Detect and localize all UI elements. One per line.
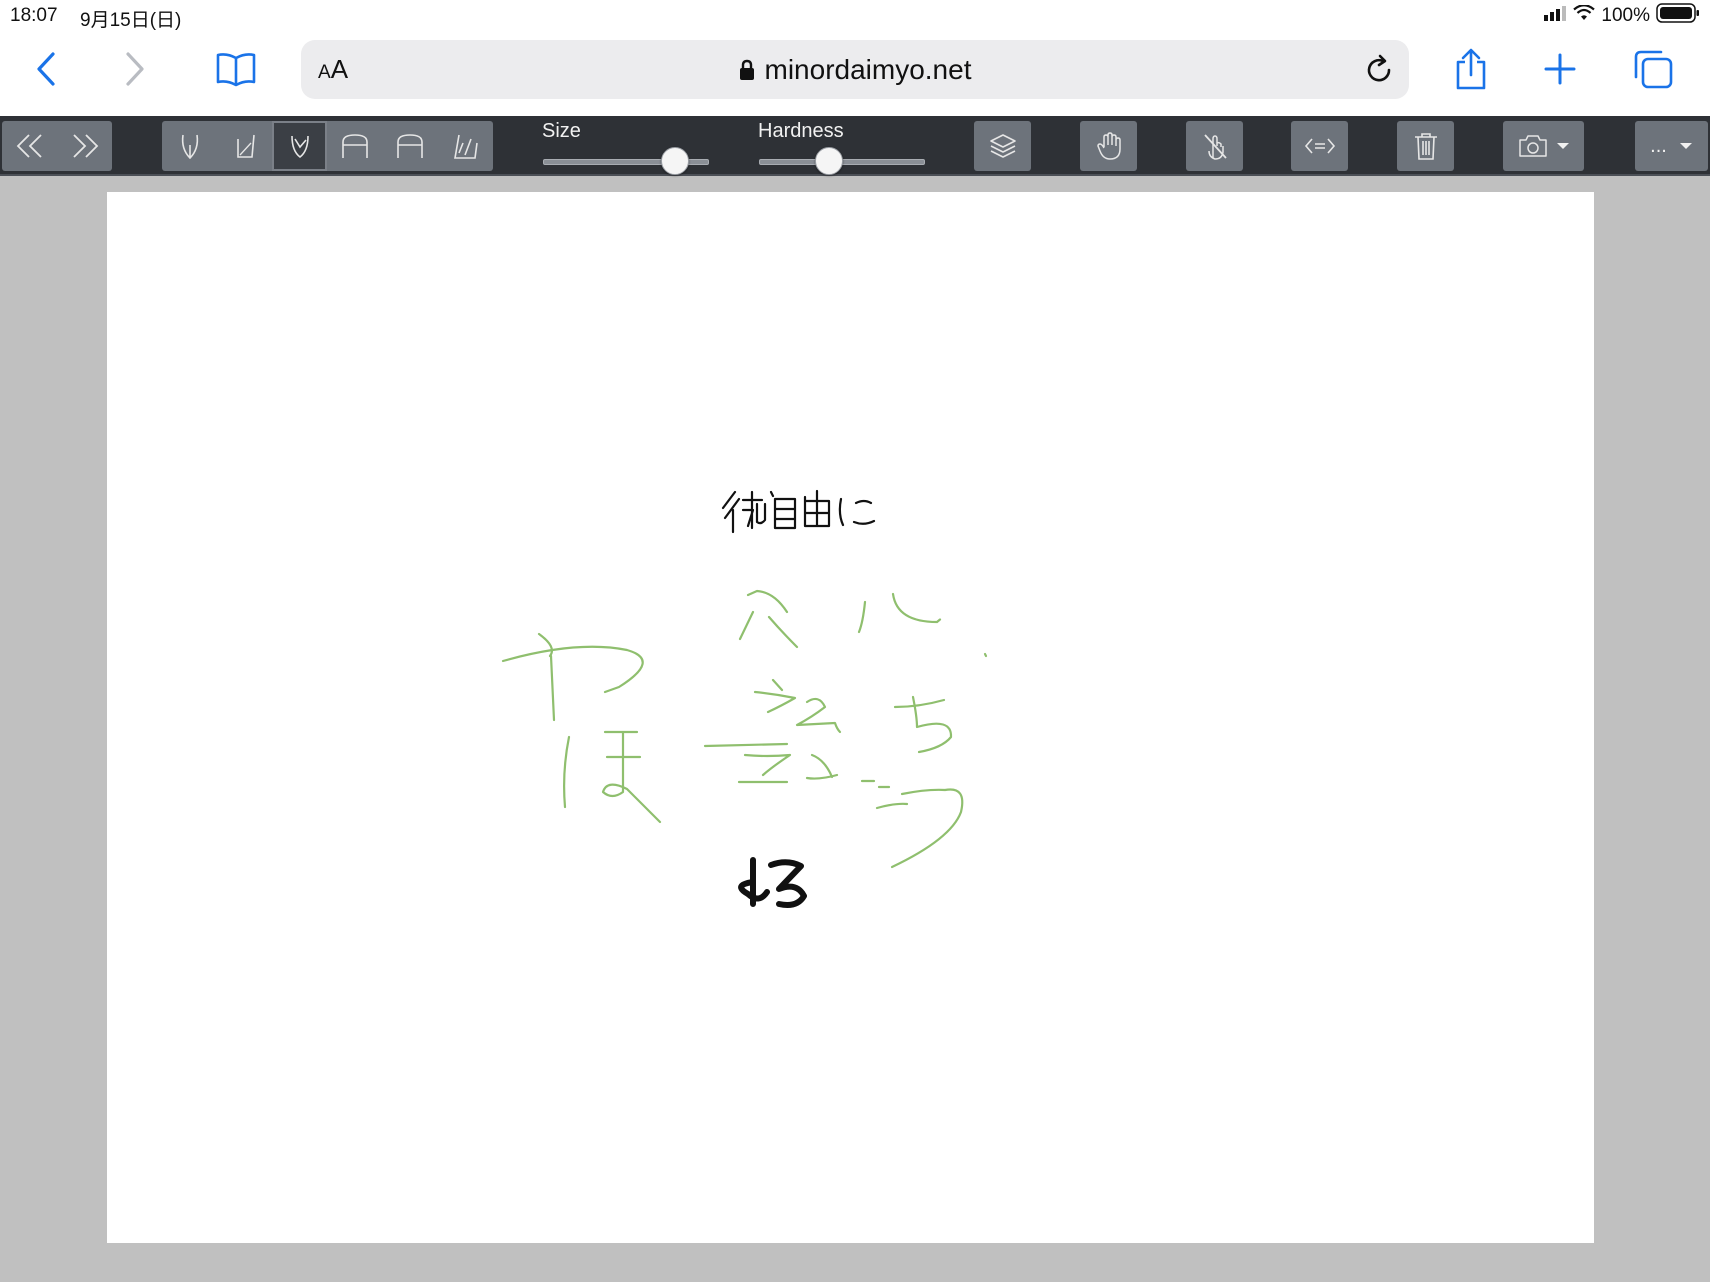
- url-host[interactable]: minordaimyo.net: [301, 54, 1409, 86]
- snapshot-button[interactable]: [1503, 121, 1584, 171]
- status-indicators: 100%: [1543, 2, 1700, 30]
- hardness-label: Hardness: [758, 120, 844, 142]
- green-handwriting: [501, 589, 988, 869]
- delete-button[interactable]: [1397, 121, 1454, 171]
- pen-icon: [181, 134, 198, 160]
- camera-icon: [1518, 135, 1547, 157]
- share-icon: [1456, 48, 1486, 90]
- status-time: 18:07: [10, 5, 58, 26]
- layers-button[interactable]: [974, 121, 1031, 171]
- share-button[interactable]: [1446, 44, 1496, 94]
- chevron-right-icon: [126, 52, 144, 86]
- bookmarks-button[interactable]: [211, 44, 261, 94]
- address-bar[interactable]: AA minordaimyo.net: [301, 40, 1409, 99]
- brush-tool-button[interactable]: [272, 121, 327, 171]
- black-handwriting-top: [721, 489, 876, 534]
- wide-brush-tool-button[interactable]: [327, 121, 382, 171]
- chevron-down-icon: [1556, 143, 1569, 149]
- wide-brush-icon: [341, 134, 368, 158]
- battery-icon: [1656, 2, 1700, 30]
- more-label: ...: [1650, 134, 1667, 157]
- battery-percent: 100%: [1601, 5, 1650, 26]
- black-handwriting-bottom: [738, 857, 807, 908]
- flat-brush-tool-button[interactable]: [382, 121, 437, 171]
- undo-button[interactable]: [2, 121, 57, 171]
- brush-icon: [290, 135, 309, 159]
- hand-tool-button[interactable]: [1080, 121, 1137, 171]
- more-menu-button[interactable]: ...: [1635, 121, 1708, 171]
- marker-icon: [236, 134, 255, 158]
- new-tab-button[interactable]: [1535, 44, 1585, 94]
- size-label: Size: [542, 120, 581, 142]
- back-button[interactable]: [21, 44, 71, 94]
- signal-icon: [1543, 5, 1567, 27]
- no-touch-button[interactable]: [1186, 121, 1243, 171]
- brush-tools-group: [162, 121, 493, 171]
- trash-icon: [1414, 133, 1437, 160]
- wifi-icon: [1573, 4, 1596, 27]
- no-touch-icon: [1203, 134, 1227, 160]
- drawing-toolbar: ...: [0, 116, 1710, 176]
- safari-browser-chrome: 18:07 9月15日(日) 100% AA minordaimyo.net: [0, 0, 1710, 117]
- chevron-down-icon: [1679, 143, 1692, 149]
- flip-button[interactable]: [1291, 121, 1348, 171]
- lock-icon: [739, 59, 754, 80]
- size-slider-thumb[interactable]: [661, 147, 690, 175]
- plus-icon: [1544, 53, 1576, 85]
- url-host-text: minordaimyo.net: [764, 54, 972, 85]
- reload-icon[interactable]: [1363, 54, 1395, 86]
- pen-tool-button[interactable]: [162, 121, 217, 171]
- hand-icon: [1096, 132, 1121, 160]
- tabs-button[interactable]: [1628, 44, 1678, 94]
- tabs-icon: [1634, 50, 1673, 89]
- status-date: 9月15日(日): [80, 10, 182, 31]
- flip-icon: [1304, 138, 1335, 154]
- layers-icon: [989, 134, 1016, 158]
- eraser-tool-button[interactable]: [437, 121, 492, 171]
- history-group: [2, 121, 112, 171]
- redo-button[interactable]: [57, 121, 112, 171]
- drawing-canvas[interactable]: [107, 192, 1594, 1243]
- undo-icon: [16, 134, 42, 158]
- redo-icon: [72, 134, 98, 158]
- eraser-icon: [453, 134, 478, 159]
- marker-tool-button[interactable]: [217, 121, 272, 171]
- flat-brush-icon: [396, 134, 423, 158]
- handwriting-strokes: [501, 489, 988, 908]
- forward-button[interactable]: [110, 44, 160, 94]
- hardness-slider-thumb[interactable]: [814, 147, 843, 175]
- chevron-left-icon: [37, 52, 55, 86]
- book-icon: [216, 53, 256, 87]
